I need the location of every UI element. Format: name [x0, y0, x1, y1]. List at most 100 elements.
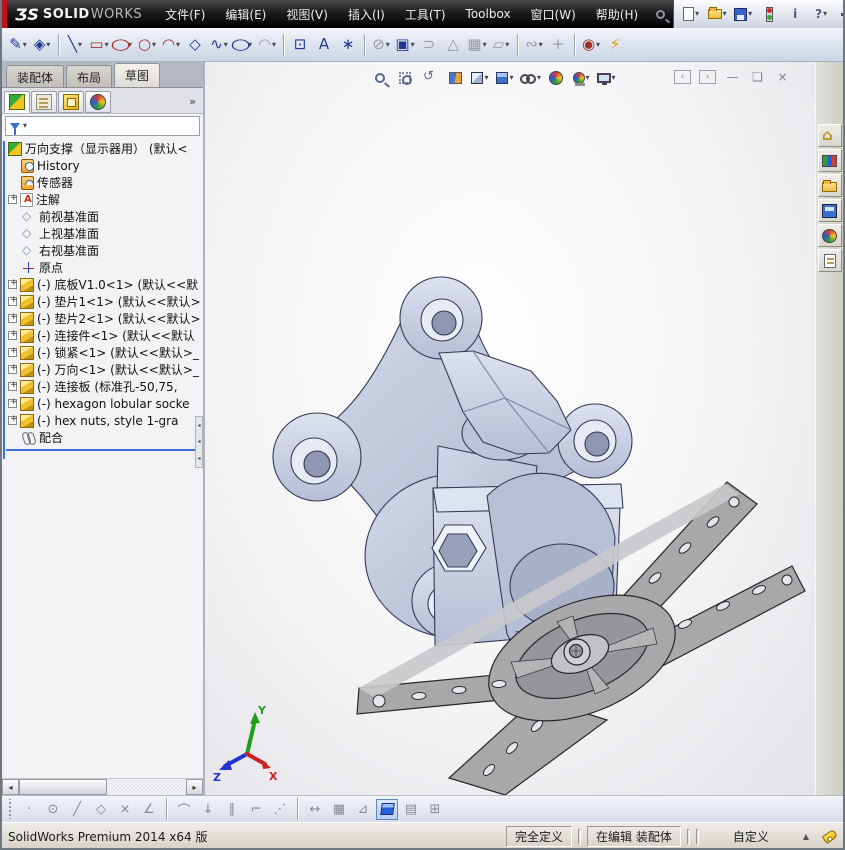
expand-plus-icon[interactable]	[8, 312, 18, 323]
graphics-viewport[interactable]: ▾ ▾ ▾ ▾ ▾ ‹ › — ❏ ×	[205, 62, 815, 795]
tree-item-6[interactable]: 原点	[4, 259, 203, 276]
tree-horizontal-scrollbar[interactable]: ◂ ▸	[2, 778, 203, 795]
info-button[interactable]: i	[784, 4, 806, 24]
snap-tangent-button[interactable]: ⌒	[173, 799, 195, 820]
single-viewport-button[interactable]: ▤	[400, 799, 422, 820]
snap-angle-settings-button[interactable]: ⊿	[352, 799, 374, 820]
snap-quadrant-button[interactable]: ◇	[90, 799, 112, 820]
menu-item-1[interactable]: 编辑(E)	[216, 2, 275, 27]
tab-assembly[interactable]: 装配体	[6, 65, 65, 87]
snap-perpendicular-button[interactable]: ⌐	[245, 799, 267, 820]
smart-dimension-tool-button[interactable]: ◈ ▾	[30, 32, 54, 58]
tree-item-1[interactable]: 传感器	[4, 174, 203, 191]
view-orientation-button[interactable]: ▾	[470, 67, 490, 89]
panel-tab-overflow-button[interactable]: »	[184, 95, 201, 108]
tree-item-10[interactable]: (-) 连接件<1> (默认<<默认	[4, 327, 203, 344]
menu-item-5[interactable]: Toolbox	[457, 3, 520, 25]
zoom-to-fit-button[interactable]	[370, 67, 390, 89]
quick-snaps-tool-button[interactable]: ◉ ▾	[579, 32, 603, 58]
doc-close-button[interactable]: ×	[774, 70, 791, 84]
scroll-thumb[interactable]	[19, 779, 107, 795]
tree-filter-input[interactable]: ▾	[5, 116, 200, 136]
tree-item-4[interactable]: 上视基准面	[4, 225, 203, 242]
line-tool-button[interactable]: ╲ ▾	[63, 32, 87, 58]
ellipse-tool-button[interactable]: ○ ▾	[230, 32, 255, 58]
apply-scene-button[interactable]: ▾	[571, 67, 591, 89]
tree-root[interactable]: 万向支撑（显示器用） (默认<	[4, 140, 203, 157]
text-tool-button[interactable]: A	[312, 32, 336, 58]
arc-tool-button[interactable]: ◠ ▾	[159, 32, 183, 58]
expand-plus-icon[interactable]	[8, 397, 18, 408]
spline-tool-button[interactable]: ∿ ▾	[207, 32, 231, 58]
snap-midpoint-button[interactable]: ↓	[197, 799, 219, 820]
snap-grid-points-button[interactable]: ⋰	[269, 799, 291, 820]
menu-item-6[interactable]: 窗口(W)	[522, 2, 585, 27]
previous-view-button[interactable]	[420, 67, 440, 89]
tab-configurationmanager[interactable]	[58, 90, 84, 113]
tree-item-15[interactable]: (-) hex nuts, style 1-gra	[4, 412, 203, 429]
rectangle-tool-button[interactable]: ▭ ▾	[87, 32, 111, 58]
doc-restore-button[interactable]: ❏	[749, 70, 766, 84]
tab-propertymanager[interactable]	[31, 90, 57, 113]
taskpane-home-button[interactable]	[817, 124, 842, 147]
search-button[interactable]	[647, 0, 673, 28]
minimize-window-button[interactable]	[836, 6, 843, 22]
pane-toggle-left-button[interactable]: ‹	[674, 70, 691, 84]
menu-item-3[interactable]: 插入(I)	[339, 2, 394, 27]
taskpane-appearances-button[interactable]	[817, 224, 842, 247]
tab-layout[interactable]: 布局	[66, 65, 113, 87]
menu-item-7[interactable]: 帮助(H)	[587, 2, 647, 27]
doc-minimize-button[interactable]: —	[724, 70, 741, 84]
save-button[interactable]: ▾	[732, 4, 754, 24]
tree-item-12[interactable]: (-) 万向<1> (默认<<默认>_	[4, 361, 203, 378]
rapid-sketch-tool-button[interactable]: ⚡	[603, 32, 627, 58]
slot-tool-button[interactable]: ○ ▾	[110, 32, 135, 58]
taskpane-view-palette-button[interactable]	[817, 199, 842, 222]
scroll-right-arrow[interactable]: ▸	[186, 779, 203, 795]
tag-icon[interactable]	[821, 828, 839, 845]
tree-item-14[interactable]: (-) hexagon lobular socke	[4, 395, 203, 412]
tree-item-2[interactable]: 注解	[4, 191, 203, 208]
snap-parallel-button[interactable]: ∥	[221, 799, 243, 820]
hide-show-items-button[interactable]: ▾	[520, 67, 541, 89]
expand-plus-icon[interactable]	[8, 363, 18, 374]
toolbar-grip-handle[interactable]	[6, 799, 12, 819]
menu-item-2[interactable]: 视图(V)	[277, 2, 337, 27]
tree-item-8[interactable]: (-) 垫片1<1> (默认<<默认>	[4, 293, 203, 310]
open-file-button[interactable]: ▾	[706, 4, 728, 24]
rollback-bar[interactable]	[6, 449, 197, 451]
tree-item-11[interactable]: (-) 锁紧<1> (默认<<默认>_	[4, 344, 203, 361]
selection-box-tool-button[interactable]: ⊡	[288, 32, 312, 58]
edit-appearance-button[interactable]	[546, 67, 566, 89]
tab-displaymanager[interactable]	[85, 90, 111, 113]
expand-plus-icon[interactable]	[8, 278, 18, 289]
sketch-tool-button[interactable]: ✎ ▾	[6, 32, 30, 58]
grid-settings-button[interactable]: ▦	[328, 799, 350, 820]
snap-angle-button[interactable]: ∠	[138, 799, 160, 820]
convert-entities-tool-button[interactable]: ▣ ▾	[393, 32, 417, 58]
panel-splitter-handle[interactable]: ◂ ◂ ◂	[195, 416, 203, 468]
new-document-button[interactable]: ▾	[680, 4, 702, 24]
circle-tool-button[interactable]: ○ ▾	[135, 32, 159, 58]
expand-plus-icon[interactable]	[8, 193, 18, 204]
pane-toggle-right-button[interactable]: ›	[699, 70, 716, 84]
snap-length-button[interactable]: ↔	[304, 799, 326, 820]
point-tool-button[interactable]: ∗	[336, 32, 360, 58]
expand-plus-icon[interactable]	[8, 414, 18, 425]
resources-button[interactable]	[758, 4, 780, 24]
tab-sketch[interactable]: 草图	[114, 63, 161, 87]
taskpane-design-library-button[interactable]	[817, 149, 842, 172]
taskpane-file-explorer-button[interactable]	[817, 174, 842, 197]
view-settings-button[interactable]: ▾	[596, 67, 616, 89]
shaded-with-edges-view-button[interactable]	[376, 798, 398, 820]
menu-item-0[interactable]: 文件(F)	[156, 2, 214, 27]
expand-plus-icon[interactable]	[8, 295, 18, 306]
help-button[interactable]: ? ▾	[810, 4, 832, 24]
menu-item-4[interactable]: 工具(T)	[396, 2, 455, 27]
four-viewport-button[interactable]: ⊞	[424, 799, 446, 820]
zoom-to-area-button[interactable]	[395, 67, 415, 89]
expand-plus-icon[interactable]	[8, 329, 18, 340]
assembly-model-3d[interactable]: Y Z X	[205, 62, 815, 795]
tree-item-0[interactable]: History	[4, 157, 203, 174]
tree-item-16[interactable]: 配合	[4, 429, 203, 446]
